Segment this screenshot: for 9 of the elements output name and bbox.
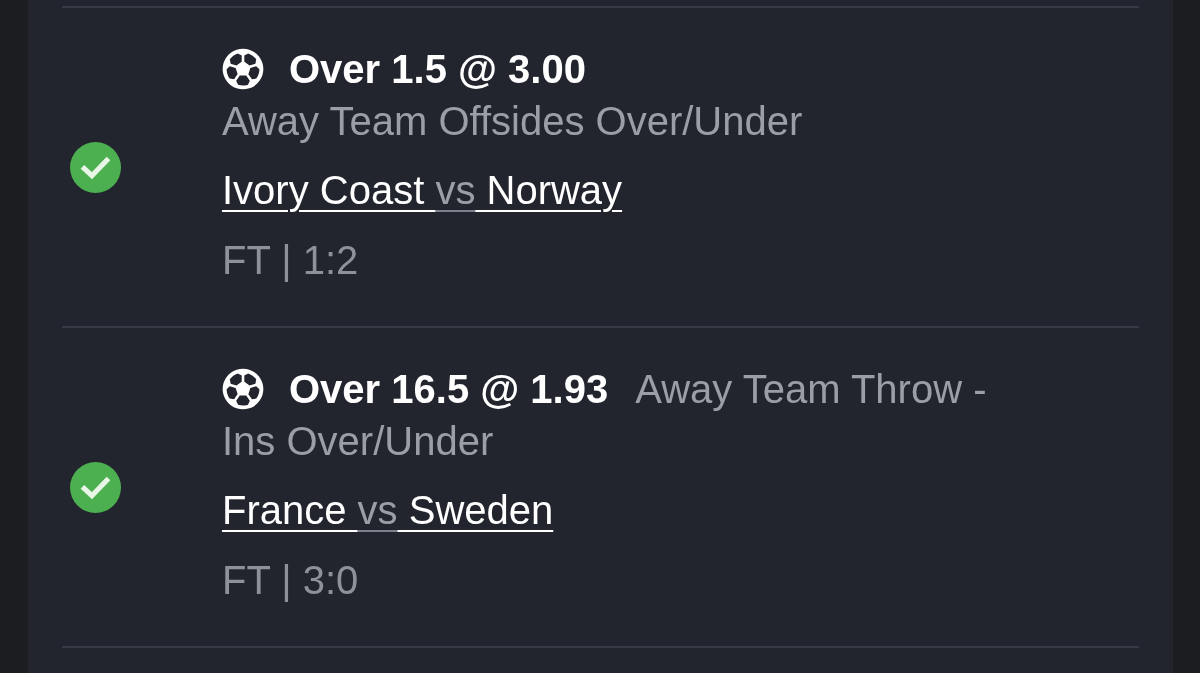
market-name: Ins Over/Under [222,419,494,463]
match-result: FT | 3:0 [222,558,359,602]
match-link[interactable]: France vs Sweden [222,488,554,532]
match-result: FT | 1:2 [222,238,359,282]
market-name: Away Team Offsides Over/Under [222,99,803,143]
market-name: Away Team Throw - [635,367,987,411]
bet-title: Over 1.5 @ 3.00 [289,47,586,91]
bet-title: Over 16.5 @ 1.93 [289,367,609,411]
match-link[interactable]: Ivory Coast vs Norway [222,168,623,212]
